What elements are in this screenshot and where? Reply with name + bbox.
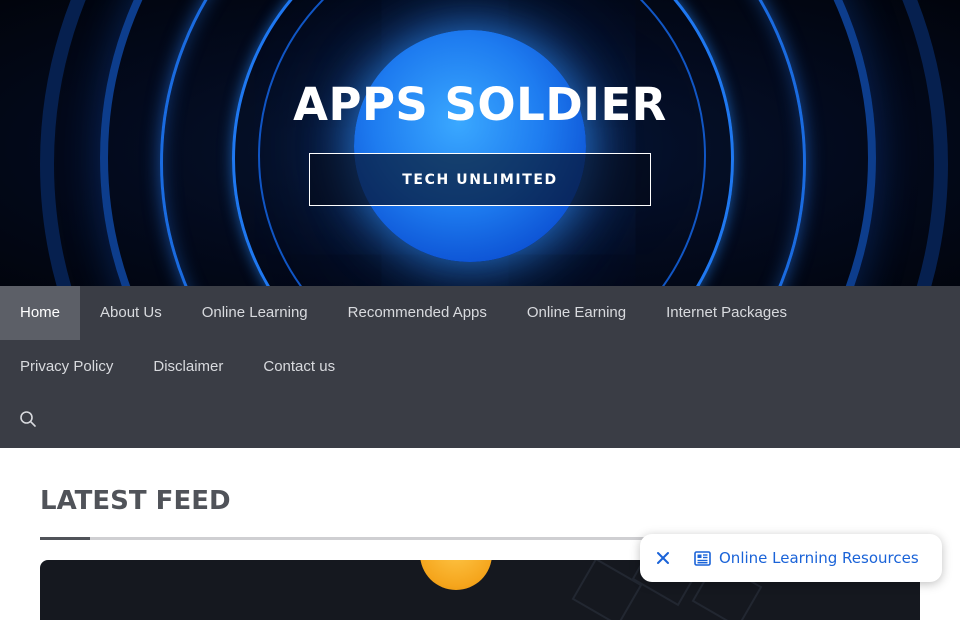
hero-banner: APPS SOLDIER TECH UNLIMITED — [0, 0, 960, 286]
thumbnail-sun-graphic — [420, 560, 492, 590]
nav-item-about-us[interactable]: About Us — [80, 286, 182, 340]
section-title: LATEST FEED — [40, 486, 231, 516]
nav-row: Home About Us Online Learning Recommende… — [0, 286, 807, 340]
search-button[interactable] — [10, 396, 46, 442]
newspaper-icon — [694, 550, 711, 566]
nav-item-disclaimer[interactable]: Disclaimer — [133, 340, 243, 394]
main-navigation: Home About Us Online Learning Recommende… — [0, 286, 960, 448]
close-icon — [657, 552, 669, 564]
nav-item-privacy-policy[interactable]: Privacy Policy — [0, 340, 133, 394]
nav-row: Privacy Policy Disclaimer Contact us — [0, 340, 355, 394]
nav-item-home[interactable]: Home — [0, 286, 81, 340]
thumbnail-hex-graphic — [571, 560, 643, 620]
hero-orb — [354, 30, 586, 262]
nav-item-contact-us[interactable]: Contact us — [243, 340, 355, 394]
nav-item-online-earning[interactable]: Online Earning — [507, 286, 646, 340]
search-icon — [20, 411, 36, 427]
nav-item-internet-packages[interactable]: Internet Packages — [646, 286, 807, 340]
floating-resource-chip: Online Learning Resources — [640, 534, 942, 582]
site-title[interactable]: APPS SOLDIER — [0, 78, 960, 131]
chip-link[interactable]: Online Learning Resources — [694, 549, 919, 567]
nav-item-online-learning[interactable]: Online Learning — [182, 286, 328, 340]
chip-close-button[interactable] — [640, 534, 686, 582]
chip-label: Online Learning Resources — [719, 549, 919, 567]
nav-item-recommended-apps[interactable]: Recommended Apps — [328, 286, 507, 340]
section-divider-accent — [40, 537, 90, 540]
site-tagline: TECH UNLIMITED — [309, 153, 651, 206]
